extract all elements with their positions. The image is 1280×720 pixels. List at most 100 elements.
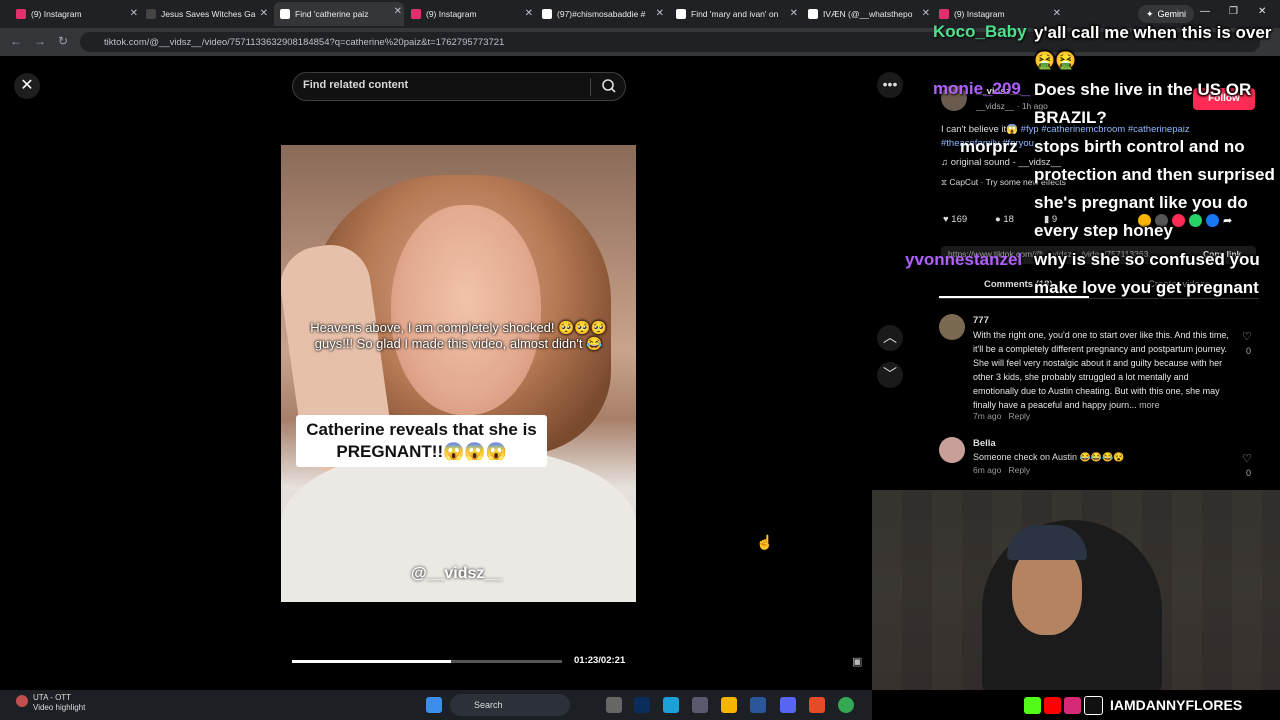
tab-title: Find 'mary and ivan' on xyxy=(691,9,779,19)
explorer-icon[interactable] xyxy=(721,697,737,713)
capcut-icon: ⧖ xyxy=(941,177,947,187)
comment-like-count: 0 xyxy=(1246,468,1252,478)
heart-icon: ♥ xyxy=(943,214,949,225)
tab-close-icon[interactable]: ✕ xyxy=(790,8,798,19)
tab-favicon-icon xyxy=(676,9,686,19)
tab-title: (97)#chismosabaddie # xyxy=(557,9,646,19)
search-box[interactable]: Find related content xyxy=(292,72,626,101)
chat-message: y'all call me when this is over 🤮🤮 xyxy=(1034,23,1272,70)
app-icon[interactable] xyxy=(750,697,766,713)
browser-tab[interactable]: (9) Instagram ✕ xyxy=(405,4,535,24)
reply-button[interactable]: Reply xyxy=(1008,411,1030,421)
tab-close-icon[interactable]: ✕ xyxy=(656,8,664,19)
video-player[interactable]: Heavens above, I am completely shocked! … xyxy=(281,145,636,602)
comment-text: With the right one, you'd one to start o… xyxy=(973,330,1229,410)
tab-favicon-icon xyxy=(808,9,818,19)
like-count[interactable]: ♥ 169 xyxy=(943,214,967,225)
edge-icon[interactable] xyxy=(663,697,679,713)
tab-title: (9) Instagram xyxy=(426,9,477,19)
tab-close-icon[interactable]: ✕ xyxy=(260,8,268,19)
browser-tab[interactable]: Find 'catherine paiz ✕ xyxy=(274,2,404,26)
streamer-webcam xyxy=(872,490,1280,690)
chat-message: Does she live in the US OR BRAZIL? xyxy=(1034,80,1252,127)
news-icon[interactable] xyxy=(16,695,28,707)
comment-username[interactable]: Bella xyxy=(973,438,996,449)
app2-icon[interactable] xyxy=(809,697,825,713)
comment-avatar[interactable] xyxy=(939,314,965,340)
search-divider xyxy=(590,78,591,96)
comment-avatar[interactable] xyxy=(939,437,965,463)
video-caption-line1: Heavens above, I am completely shocked! … xyxy=(310,320,607,335)
url-text: tiktok.com/@__vidsz__/video/757113363290… xyxy=(104,36,505,48)
chat-message: stops birth control and no protection an… xyxy=(1034,137,1275,240)
more-link[interactable]: more xyxy=(1139,400,1160,410)
store-icon[interactable] xyxy=(692,697,708,713)
video-time: 01:23/02:21 xyxy=(574,655,626,666)
close-window-icon[interactable]: ✕ xyxy=(1258,6,1266,17)
mouse-cursor-icon: ☝ xyxy=(756,534,774,550)
video-overlay-label: Catherine reveals that she is PREGNANT!!… xyxy=(296,415,547,467)
youtube-icon xyxy=(1044,696,1061,714)
tab-close-icon[interactable]: ✕ xyxy=(130,8,138,19)
tiktok-icon xyxy=(1084,695,1103,715)
tab-title: (9) Instagram xyxy=(31,9,82,19)
tab-favicon-icon xyxy=(542,9,552,19)
maximize-icon[interactable]: ❐ xyxy=(1229,6,1238,17)
tab-favicon-icon xyxy=(411,9,421,19)
taskbar-search[interactable]: Search xyxy=(450,694,570,716)
video-caption-line2: guys!!! So glad I made this video, almos… xyxy=(314,336,603,351)
tab-close-icon[interactable]: ✕ xyxy=(525,8,533,19)
more-options-icon[interactable]: ••• xyxy=(877,72,903,98)
tab-title: (9) Instagram xyxy=(954,9,1005,19)
reload-icon[interactable]: ↻ xyxy=(58,34,68,48)
chrome-icon[interactable] xyxy=(838,697,854,713)
comment-heart-icon[interactable]: ♡ xyxy=(1242,330,1252,343)
tab-close-icon[interactable]: ✕ xyxy=(922,8,930,19)
video-frame-face xyxy=(391,205,541,415)
task-view-icon[interactable] xyxy=(606,697,622,713)
instagram-icon xyxy=(1064,696,1081,714)
music-icon: ♫ xyxy=(941,157,949,168)
comment-text: Someone check on Austin 😂😂😂😵 xyxy=(973,452,1125,462)
progress-fill xyxy=(292,660,452,663)
photoshop-icon[interactable] xyxy=(634,697,650,713)
forward-icon[interactable]: → xyxy=(34,34,46,48)
kick-icon xyxy=(1024,696,1041,714)
browser-tab[interactable]: (97)#chismosabaddie # ✕ xyxy=(536,4,666,24)
chevron-down-icon[interactable]: ﹀ xyxy=(877,362,903,388)
close-video-button[interactable]: ✕ xyxy=(14,73,40,99)
comment-count[interactable]: ● 18 xyxy=(995,214,1014,225)
comment-meta: 6m ago Reply xyxy=(973,465,1031,475)
comment-username[interactable]: 777 xyxy=(973,315,989,326)
browser-tab[interactable]: Jesus Saves Witches Ga ✕ xyxy=(140,4,270,24)
comment-meta: 7m ago Reply xyxy=(973,411,1031,421)
chat-username: morprz xyxy=(960,137,1018,156)
start-icon[interactable] xyxy=(426,697,442,713)
tab-favicon-icon xyxy=(146,9,156,19)
tab-favicon-icon xyxy=(16,9,26,19)
search-icon[interactable] xyxy=(601,78,617,94)
tab-close-icon[interactable]: ✕ xyxy=(394,6,402,17)
browser-tab[interactable]: (9) Instagram ✕ xyxy=(10,4,140,24)
tab-title: Find 'catherine paiz xyxy=(295,9,369,19)
chat-username: Koco_Baby xyxy=(933,22,1027,41)
video-watermark: @__vidsz__ xyxy=(411,565,503,582)
minimize-icon[interactable]: — xyxy=(1200,6,1210,17)
tab-close-icon[interactable]: ✕ xyxy=(1053,8,1061,19)
gemini-icon: ✦ xyxy=(1145,8,1154,19)
pip-icon[interactable]: ▣ xyxy=(852,655,862,668)
chat-username: yvonnestanzel xyxy=(905,250,1023,269)
search-input[interactable]: Find related content xyxy=(303,79,408,91)
tab-favicon-icon xyxy=(280,9,290,19)
streamer-socials: IAMDANNYFLORES xyxy=(1024,694,1242,716)
comment-heart-icon[interactable]: ♡ xyxy=(1242,452,1252,465)
browser-tab[interactable]: Find 'mary and ivan' on ✕ xyxy=(670,4,800,24)
back-icon[interactable]: ← xyxy=(10,34,22,48)
comment-icon: ● xyxy=(995,214,1001,225)
discord-icon[interactable] xyxy=(780,697,796,713)
chevron-up-icon[interactable]: ︿ xyxy=(877,325,903,351)
browser-tab[interactable]: IVÆN (@__whatsthepo ✕ xyxy=(802,4,932,24)
comment-like-count: 0 xyxy=(1246,346,1252,356)
news-widget[interactable]: UTA - OTT Video highlight xyxy=(33,693,85,713)
reply-button[interactable]: Reply xyxy=(1008,465,1030,475)
